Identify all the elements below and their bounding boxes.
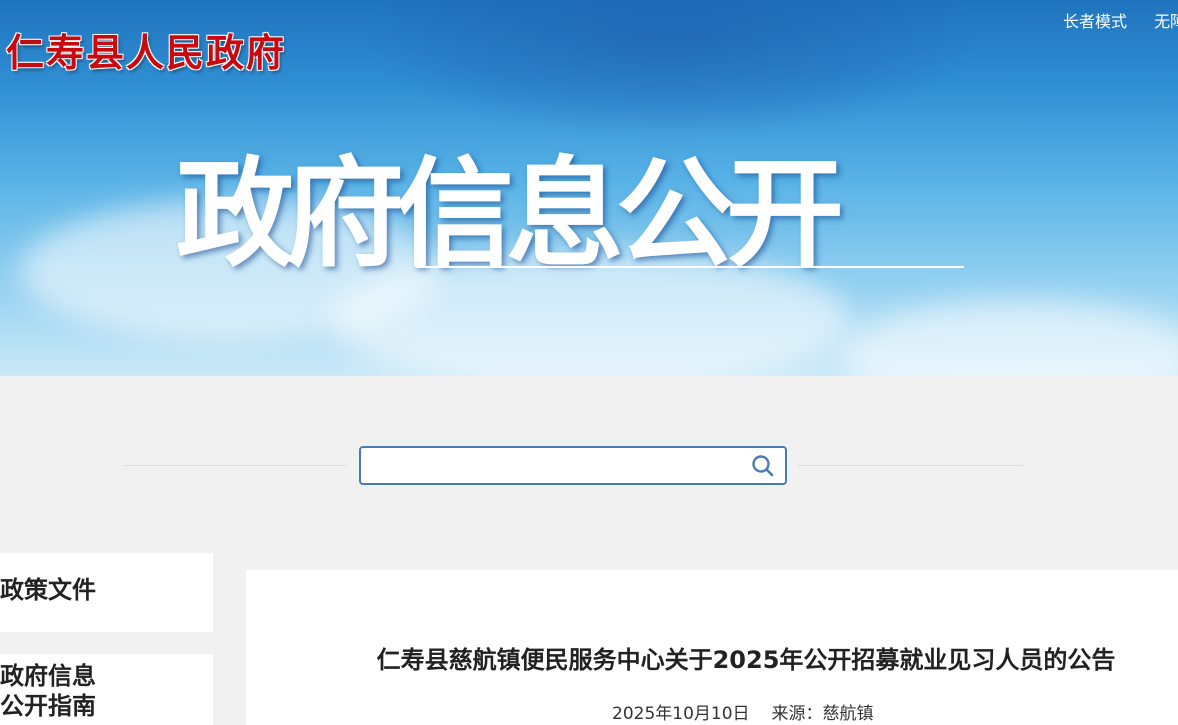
article-meta: 2025年10月10日 来源：慈航镇 <box>612 699 874 724</box>
search-box <box>359 446 787 485</box>
search-input[interactable] <box>367 450 741 483</box>
site-title[interactable]: 仁寿县人民政府 <box>6 22 286 77</box>
article-source: 慈航镇 <box>822 704 874 724</box>
header-banner: 仁寿县人民政府 长者模式 无障碍 政府信息公开 <box>0 0 1178 376</box>
search-divider-left <box>123 465 347 466</box>
search-divider-right <box>798 465 1023 466</box>
sidebar-item-label: 政府信息 <box>0 662 96 690</box>
sidebar-item-policy-documents[interactable]: 政策文件 <box>0 553 213 632</box>
article-panel: 仁寿县慈航镇便民服务中心关于2025年公开招募就业见习人员的公告 2025年10… <box>246 570 1178 725</box>
top-links: 长者模式 无障碍 <box>1063 8 1178 32</box>
sidebar-item-label: 政策文件 <box>0 576 96 604</box>
accessibility-link[interactable]: 无障碍 <box>1154 12 1178 31</box>
banner-divider <box>416 266 964 268</box>
elderly-mode-link[interactable]: 长者模式 <box>1063 12 1127 31</box>
article-title: 仁寿县慈航镇便民服务中心关于2025年公开招募就业见习人员的公告 <box>376 646 1116 674</box>
sidebar-item-disclosure-guide[interactable]: 政府信息 公开指南 <box>0 654 213 725</box>
sidebar-item-label: 公开指南 <box>0 692 96 720</box>
search-icon[interactable] <box>751 454 775 478</box>
article-date: 2025年10月10日 <box>612 704 750 724</box>
article-source-label: 来源： <box>771 704 823 724</box>
banner-heading: 政府信息公开 <box>176 145 844 283</box>
banner-cloud <box>840 300 1178 376</box>
